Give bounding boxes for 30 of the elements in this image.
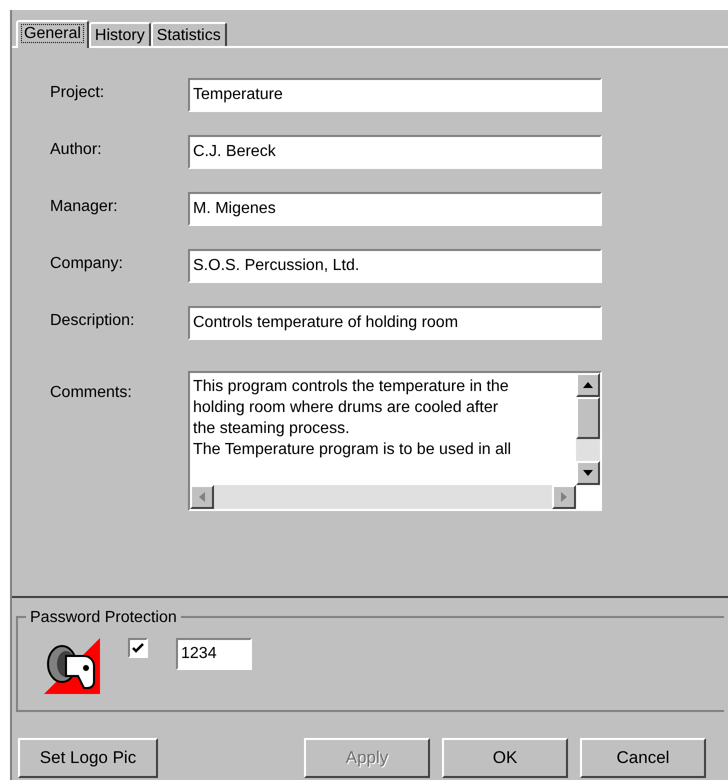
field-label: Company: [50, 254, 124, 274]
comments-field[interactable]: This program controls the temperature in the holding room where drums are cooled after the steaming process. The Temperature program is to be used in all [188, 371, 602, 511]
checkbox[interactable] [128, 638, 148, 658]
dialog-button[interactable]: Cancel [580, 738, 706, 778]
text-field[interactable]: Temperature [188, 78, 602, 112]
dialog-button[interactable]: OK [442, 738, 568, 778]
check-icon [132, 643, 144, 653]
text-field[interactable]: C.J. Bereck [188, 135, 602, 169]
field-label: Description: [50, 311, 136, 331]
tab[interactable]: General [16, 20, 89, 48]
scroll-thumb[interactable] [576, 397, 600, 439]
vertical-scrollbar[interactable] [576, 373, 600, 485]
text-field[interactable]: S.O.S. Percussion, Ltd. [188, 249, 602, 283]
field-label: Author: [50, 140, 103, 160]
horizontal-scrollbar[interactable] [190, 485, 576, 509]
password-field[interactable]: 1234 [176, 638, 252, 670]
comments-text: This program controls the temperature in the holding room where drums are cooled after the steaming process. The Temperature program is to be used in all [192, 377, 512, 460]
scroll-up-icon[interactable] [576, 373, 600, 397]
scroll-right-icon[interactable] [552, 485, 576, 509]
scroll-left-icon[interactable] [190, 485, 214, 509]
field-label: Comments: [50, 383, 133, 403]
text-field[interactable]: M. Migenes [188, 192, 602, 226]
key-lock-icon [44, 638, 100, 694]
text-field[interactable]: Controls temperature of holding room [188, 306, 602, 340]
tab[interactable]: History [88, 22, 151, 46]
dialog-button[interactable]: Set Logo Pic [18, 738, 158, 778]
tab[interactable]: Statistics [150, 22, 227, 46]
field-label: Manager: [50, 197, 119, 217]
field-label: Project: [50, 83, 106, 103]
scroll-down-icon[interactable] [576, 461, 600, 485]
